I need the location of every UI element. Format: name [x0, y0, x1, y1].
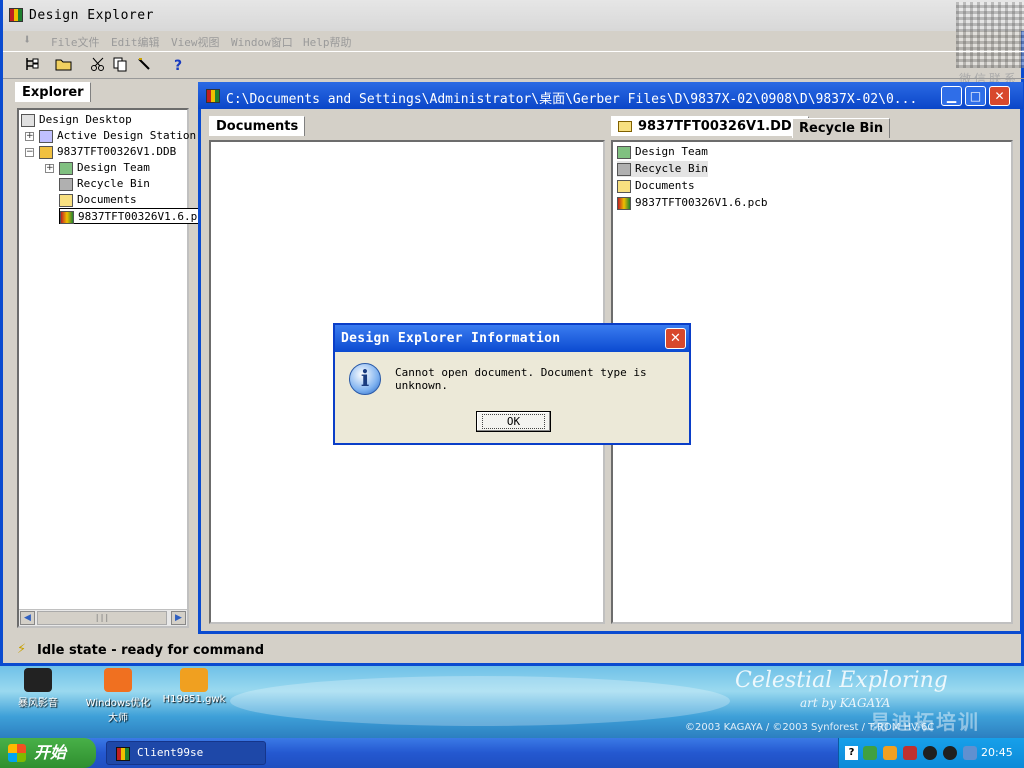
- station-icon: [39, 129, 53, 143]
- dialog-close-icon[interactable]: ✕: [665, 328, 686, 349]
- tree-item-recycle-bin[interactable]: Recycle Bin: [59, 176, 150, 192]
- close-icon[interactable]: ✕: [989, 86, 1010, 106]
- menu-file[interactable]: File文件: [51, 34, 100, 50]
- system-tray: ? 20:45: [838, 738, 1024, 768]
- recycle-bin-icon: [59, 177, 73, 191]
- scroll-left-icon[interactable]: ◀: [20, 611, 35, 625]
- desktop: 暴风影音 Windows优化大师 H19851.gwk Celestial Ex…: [0, 666, 1024, 738]
- menu-view[interactable]: View视图: [171, 34, 220, 50]
- list-item-pcb[interactable]: 9837TFT00326V1.6.pcb: [617, 195, 767, 211]
- document-titlebar[interactable]: C:\Documents and Settings\Administrator\…: [198, 82, 1023, 109]
- app-title: Design Explorer: [29, 8, 154, 23]
- desktop-icon-windows-optimizer[interactable]: Windows优化大师: [82, 668, 154, 724]
- status-text: Idle state - ready for command: [37, 643, 265, 658]
- tray-volume-icon[interactable]: [863, 746, 877, 760]
- scroll-right-icon[interactable]: ▶: [171, 611, 186, 625]
- start-button[interactable]: 开始: [0, 738, 96, 768]
- optimizer-icon: [104, 668, 132, 692]
- maximize-icon[interactable]: □: [965, 86, 986, 106]
- tree-item-design-desktop[interactable]: Design Desktop: [21, 112, 132, 128]
- database-icon: [39, 145, 53, 159]
- menu-edit[interactable]: Edit编辑: [111, 34, 160, 50]
- team-icon: [617, 145, 631, 159]
- desktop-icon-gwk-file[interactable]: H19851.gwk: [158, 668, 230, 705]
- expand-icon[interactable]: +: [25, 132, 34, 141]
- open-folder-icon[interactable]: [53, 56, 75, 76]
- document-path: C:\Documents and Settings\Administrator\…: [226, 92, 918, 107]
- tray-app-icon[interactable]: [883, 746, 897, 760]
- help-icon[interactable]: ?: [167, 56, 189, 76]
- desktop-icon: [21, 113, 35, 127]
- gwk-file-icon: [180, 668, 208, 692]
- menu-help[interactable]: Help帮助: [303, 34, 352, 50]
- windows-logo-icon: [8, 744, 26, 762]
- collapse-icon[interactable]: −: [25, 148, 34, 157]
- client99se-icon: [116, 747, 130, 761]
- recycle-bin-icon: [617, 162, 631, 176]
- tree-item-design-team[interactable]: Design Team: [59, 160, 150, 176]
- app-logo-icon: [9, 8, 23, 22]
- information-dialog: Design Explorer Information ✕ i Cannot o…: [333, 323, 691, 445]
- tray-qq-icon-2[interactable]: [943, 746, 957, 760]
- list-item-recycle-bin[interactable]: Recycle Bin: [617, 161, 708, 177]
- tree-view-icon[interactable]: [21, 56, 43, 76]
- horizontal-scrollbar[interactable]: ◀ ||| ▶: [19, 609, 187, 626]
- minimize-icon[interactable]: ▁: [941, 86, 962, 106]
- pcb-file-icon: [617, 196, 631, 210]
- folder-icon: [59, 193, 73, 207]
- tray-network-icon[interactable]: [963, 746, 977, 760]
- taskbar-item-client99se[interactable]: Client99se: [106, 741, 266, 765]
- wallpaper-wave: [230, 676, 730, 726]
- toolbar: ?: [3, 51, 1024, 79]
- folder-icon: [618, 121, 632, 132]
- desktop-icon-baofeng[interactable]: 暴风影音: [2, 668, 74, 709]
- expand-icon[interactable]: +: [45, 164, 54, 173]
- tray-qq-icon[interactable]: [923, 746, 937, 760]
- explorer-panel: Explorer Design Desktop + Active Design …: [11, 82, 214, 632]
- menu-window[interactable]: Window窗口: [231, 34, 293, 50]
- tree-item-active-design-station[interactable]: Active Design Station: [39, 128, 196, 144]
- pcb-file-icon: [60, 210, 74, 224]
- dialog-title: Design Explorer Information: [341, 331, 561, 346]
- tray-antivirus-icon[interactable]: [903, 746, 917, 760]
- tree-item-pcb[interactable]: 9837TFT00326V1.6.pcb: [59, 208, 214, 224]
- dialog-message: Cannot open document. Document type is u…: [395, 366, 647, 392]
- ok-button[interactable]: OK: [476, 411, 551, 432]
- folder-icon: [617, 179, 631, 193]
- scroll-thumb[interactable]: |||: [37, 611, 167, 625]
- status-bar: ⚡ Idle state - ready for command: [11, 640, 1021, 662]
- list-item-documents[interactable]: Documents: [617, 178, 695, 194]
- tab-recycle-bin[interactable]: Recycle Bin: [792, 118, 891, 138]
- tab-explorer[interactable]: Explorer: [15, 82, 91, 102]
- app-titlebar[interactable]: Design Explorer: [3, 0, 1024, 31]
- paste-icon[interactable]: [133, 56, 155, 76]
- list-item-design-team[interactable]: Design Team: [617, 144, 708, 160]
- info-icon: i: [349, 363, 381, 395]
- tray-clock: 20:45: [981, 746, 1013, 759]
- tray-help-icon[interactable]: ?: [845, 746, 858, 760]
- back-arrow-icon[interactable]: ⬇: [23, 33, 43, 47]
- status-lightning-icon: ⚡: [17, 642, 27, 657]
- site-watermark: 易迪拓培训: [870, 710, 980, 734]
- copy-icon[interactable]: [109, 56, 131, 76]
- tree-item-documents[interactable]: Documents: [59, 192, 137, 208]
- tab-ddb[interactable]: 9837TFT00326V1.DDB: [611, 116, 809, 136]
- baofeng-icon: [24, 668, 52, 692]
- tree-item-ddb[interactable]: 9837TFT00326V1.DDB: [39, 144, 176, 160]
- wallpaper-brand: Celestial Exploring: [735, 668, 948, 693]
- explorer-tree: Design Desktop + Active Design Station −…: [17, 108, 214, 628]
- document-logo-icon: [206, 89, 220, 103]
- tab-documents[interactable]: Documents: [209, 116, 306, 136]
- dialog-titlebar[interactable]: Design Explorer Information ✕: [335, 325, 689, 352]
- taskbar: 开始 Client99se ? 20:45: [0, 738, 1024, 768]
- team-icon: [59, 161, 73, 175]
- menubar: ⬇ File文件 Edit编辑 View视图 Window窗口 Help帮助: [3, 31, 1024, 51]
- cut-icon[interactable]: [87, 56, 109, 76]
